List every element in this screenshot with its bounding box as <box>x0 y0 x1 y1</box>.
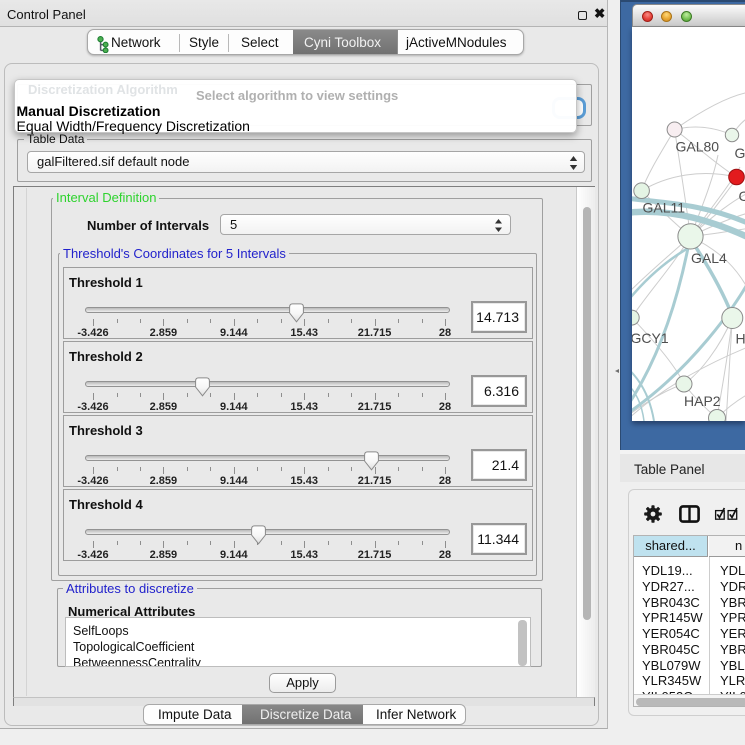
svg-text:GAL1: GAL1 <box>735 145 745 161</box>
svg-text:CYC: CYC <box>739 188 745 204</box>
svg-text:GAL11: GAL11 <box>643 200 686 216</box>
svg-text:GAL4: GAL4 <box>691 250 727 266</box>
svg-text:GCY1: GCY1 <box>632 330 669 346</box>
svg-text:GAL80: GAL80 <box>676 139 720 155</box>
svg-text:HA: HA <box>736 331 745 347</box>
svg-text:HAP2: HAP2 <box>684 393 721 409</box>
